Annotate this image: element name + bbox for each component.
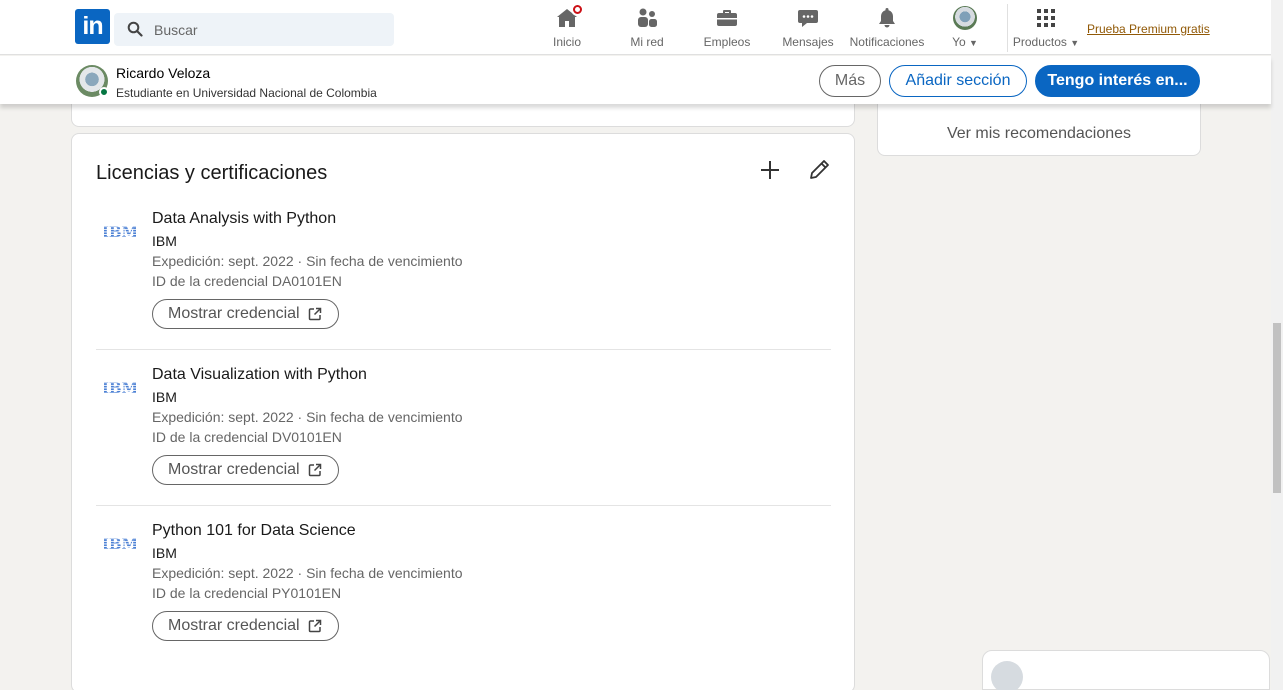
nav-products-label: Productos [1012,35,1067,49]
svg-text:IBM: IBM [104,379,136,397]
nav-jobs[interactable]: Empleos [703,6,751,52]
briefcase-icon [715,6,739,30]
cert-issuer: IBM [152,233,177,249]
cert-issuer: IBM [152,545,177,561]
cert-credential-id: ID de la credencial DA0101EN [152,273,342,289]
profile-headline: Estudiante en Universidad Nacional de Co… [116,86,377,100]
cert-issue-date: Expedición: sept. 2022 · Sin fecha de ve… [152,409,463,425]
network-icon [635,6,659,30]
external-link-icon [308,307,322,321]
ibm-logo: IBM [104,223,136,241]
search-box[interactable] [114,13,394,46]
external-link-icon [308,619,322,633]
ibm-logo: IBM [104,379,136,397]
cert-credential-id: ID de la credencial DV0101EN [152,429,342,445]
list-item: IBM Data Visualization with Python IBM E… [96,362,831,518]
bell-icon [875,6,899,30]
nav-divider [1007,4,1008,52]
divider [96,505,831,506]
avatar [991,661,1023,690]
list-item: IBM Data Analysis with Python IBM Expedi… [96,206,831,362]
messaging-icon [796,6,820,30]
cert-issue-date: Expedición: sept. 2022 · Sin fecha de ve… [152,253,463,269]
profile-sticky-bar: Ricardo Veloza Estudiante en Universidad… [0,56,1271,104]
profile-name: Ricardo Veloza [116,65,211,81]
global-nav: in Inicio Mi red Empleos Mensajes [0,0,1271,55]
search-icon [127,21,143,37]
show-credential-button[interactable]: Mostrar credencial [152,455,339,485]
view-recommendations-link[interactable]: Ver mis recomendaciones [878,125,1200,143]
open-to-button[interactable]: Tengo interés en... [1035,65,1200,97]
add-section-button[interactable]: Añadir sección [889,65,1027,97]
more-button[interactable]: Más [819,65,881,97]
home-icon [555,3,584,30]
show-credential-button[interactable]: Mostrar credencial [152,611,339,641]
cert-name[interactable]: Data Visualization with Python [152,366,367,384]
nav-home[interactable]: Inicio [549,3,585,52]
scrollbar-thumb[interactable] [1273,323,1281,493]
edit-pencil-icon[interactable] [807,158,831,182]
grid-icon [1034,6,1058,30]
licenses-section: Licencias y certificaciones IBM Data Ana… [71,133,855,690]
cert-issue-date: Expedición: sept. 2022 · Sin fecha de ve… [152,565,463,581]
section-title: Licencias y certificaciones [96,162,328,184]
svg-text:IBM: IBM [104,535,136,553]
external-link-icon [308,463,322,477]
messaging-overlay[interactable] [982,650,1270,690]
nav-messaging[interactable]: Mensajes [781,6,835,52]
cert-name[interactable]: Data Analysis with Python [152,210,336,228]
cert-credential-id: ID de la credencial PY0101EN [152,585,342,601]
linkedin-logo[interactable]: in [75,9,110,44]
ibm-logo: IBM [104,535,136,553]
show-credential-label: Mostrar credencial [168,461,300,478]
avatar [953,6,977,30]
show-credential-button[interactable]: Mostrar credencial [152,299,339,329]
premium-link[interactable]: Prueba Premium gratis [1087,22,1210,36]
caret-down-icon: ▼ [969,38,978,48]
nav-me[interactable]: Yo ▼ [948,6,982,52]
show-credential-label: Mostrar credencial [168,305,300,322]
nav-me-label: Yo [952,35,966,49]
show-credential-label: Mostrar credencial [168,617,300,634]
nav-notifications[interactable]: Notificaciones [848,6,926,52]
search-input[interactable] [154,13,384,46]
cert-name[interactable]: Python 101 for Data Science [152,522,356,540]
nav-products[interactable]: Productos ▼ [1012,6,1080,52]
notification-badge [571,3,584,16]
add-icon[interactable] [758,158,782,182]
nav-network[interactable]: Mi red [627,6,667,52]
list-item: IBM Python 101 for Data Science IBM Expe… [96,518,831,674]
svg-text:IBM: IBM [104,223,136,241]
divider [96,349,831,350]
online-status-indicator [99,87,109,97]
caret-down-icon: ▼ [1070,38,1080,48]
cert-issuer: IBM [152,389,177,405]
